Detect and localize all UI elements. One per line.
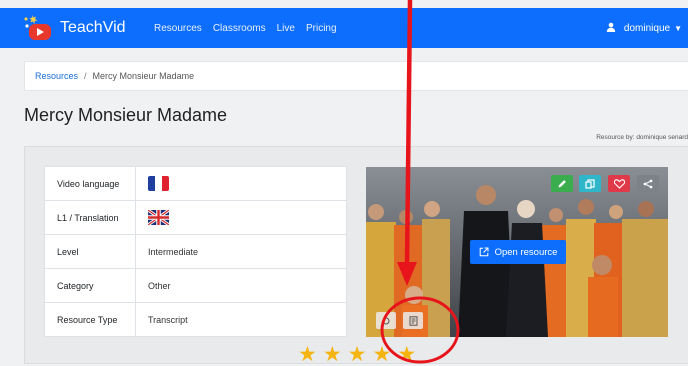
chevron-down-icon: ▼ [674, 23, 682, 33]
row-label: L1 / Translation [44, 200, 136, 235]
open-resource-label: Open resource [494, 246, 558, 258]
document-icon [409, 315, 417, 326]
user-menu[interactable]: dominique ▼ [606, 8, 682, 48]
open-resource-button[interactable]: Open resource [470, 240, 566, 264]
star-icon[interactable]: ★ [323, 344, 342, 365]
user-name: dominique [623, 22, 671, 34]
edit-button[interactable] [551, 175, 573, 192]
main-nav: Resources Classrooms Live Pricing [154, 8, 348, 48]
row-value: Intermediate [135, 234, 347, 269]
table-row: Video language [44, 166, 347, 201]
row-label: Category [44, 268, 136, 303]
table-row: Resource Type Transcript [44, 302, 347, 337]
breadcrumb-resources-link[interactable]: Resources [35, 71, 78, 81]
brand-name: TeachVid [60, 19, 126, 36]
table-row: Level Intermediate [44, 234, 347, 269]
pencil-icon [558, 179, 566, 187]
row-label: Video language [44, 166, 136, 201]
top-navbar: TeachVid Resources Classrooms Live Prici… [0, 8, 688, 48]
star-icon[interactable]: ★ [348, 344, 367, 365]
star-icon[interactable]: ★ [298, 344, 317, 365]
teachvid-logo-icon [22, 14, 54, 42]
external-link-icon [479, 247, 489, 257]
row-value: Other [135, 268, 347, 303]
breadcrumb: Resources / Mercy Monsieur Madame [24, 61, 688, 91]
share-icon [643, 179, 653, 188]
heart-icon [613, 178, 625, 189]
star-rating: ★ ★ ★ ★ ★ [298, 344, 422, 365]
favorite-button[interactable] [608, 175, 630, 192]
play-button[interactable] [376, 312, 396, 329]
page-title: Mercy Monsieur Madame [24, 105, 228, 125]
copy-icon [585, 178, 595, 189]
nav-resources[interactable]: Resources [154, 23, 202, 34]
breadcrumb-current: Mercy Monsieur Madame [92, 71, 195, 81]
share-button[interactable] [637, 175, 659, 192]
transcript-button[interactable] [403, 312, 423, 329]
resource-author: Resource by: dominique senard [596, 134, 688, 141]
brand[interactable]: TeachVid [22, 14, 126, 42]
row-value: Transcript [135, 302, 347, 337]
france-flag-icon [148, 176, 169, 191]
star-icon[interactable]: ★ [372, 344, 391, 365]
star-icon[interactable]: ★ [397, 344, 416, 365]
nav-classrooms[interactable]: Classrooms [213, 23, 266, 34]
row-label: Resource Type [44, 302, 136, 337]
breadcrumb-separator: / [84, 71, 87, 81]
copy-button[interactable] [579, 175, 601, 192]
row-label: Level [44, 234, 136, 269]
circle-icon [382, 317, 390, 324]
nav-live[interactable]: Live [277, 23, 295, 34]
uk-flag-icon [147, 208, 170, 227]
video-thumbnail[interactable]: Open resource [366, 167, 668, 337]
nav-pricing[interactable]: Pricing [306, 23, 337, 34]
resource-info-table: Video language L1 / Translation Level In… [44, 166, 347, 337]
table-row: L1 / Translation [44, 200, 347, 235]
table-row: Category Other [44, 268, 347, 303]
user-icon [606, 22, 616, 35]
